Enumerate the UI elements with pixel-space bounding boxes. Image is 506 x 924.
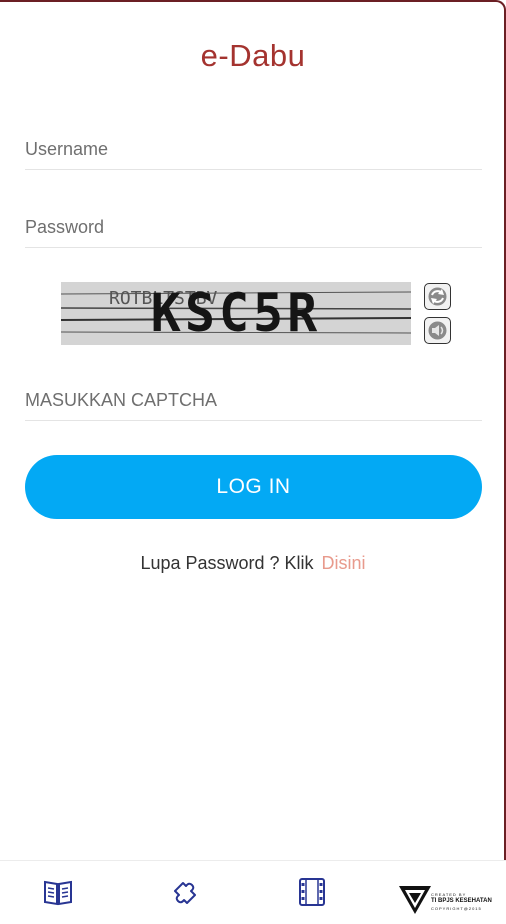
brand-created-by: CREATED BY <box>431 892 467 897</box>
logo-icon <box>399 886 431 914</box>
captcha-input[interactable] <box>25 381 482 421</box>
forgot-password-text: Lupa Password ? Klik <box>140 553 314 573</box>
forgot-password: Lupa Password ? Klik Disini <box>0 553 506 574</box>
nav-item-film[interactable] <box>252 861 378 924</box>
film-icon <box>299 878 325 906</box>
brand-org: TI BPJS KESEHATAN <box>431 898 492 904</box>
brand-text: CREATED BY TI BPJS KESEHATAN COPYRIGHT@2… <box>431 891 495 912</box>
puzzle-icon <box>174 882 196 904</box>
nav-item-book[interactable] <box>0 861 126 924</box>
captcha-text: KSC5R <box>150 282 322 344</box>
login-button[interactable]: LOG IN <box>25 455 482 519</box>
forgot-password-link[interactable]: Disini <box>322 553 366 573</box>
username-input[interactable] <box>25 130 482 170</box>
nav-item-puzzle[interactable] <box>126 861 252 924</box>
captcha-audio-button[interactable] <box>424 317 451 344</box>
captcha-refresh-button[interactable] <box>424 283 451 310</box>
book-icon <box>44 880 72 906</box>
page-title: e-Dabu <box>200 38 306 73</box>
speaker-icon <box>428 321 447 340</box>
refresh-icon <box>428 287 447 306</box>
captcha-image: ROTBLTSTBV KSC5R <box>61 282 411 345</box>
brand-copyright: COPYRIGHT@2015 <box>431 906 482 911</box>
password-input[interactable] <box>25 208 482 248</box>
brand-logo: CREATED BY TI BPJS KESEHATAN COPYRIGHT@2… <box>398 881 498 917</box>
bottom-navigation: CREATED BY TI BPJS KESEHATAN COPYRIGHT@2… <box>0 860 506 924</box>
